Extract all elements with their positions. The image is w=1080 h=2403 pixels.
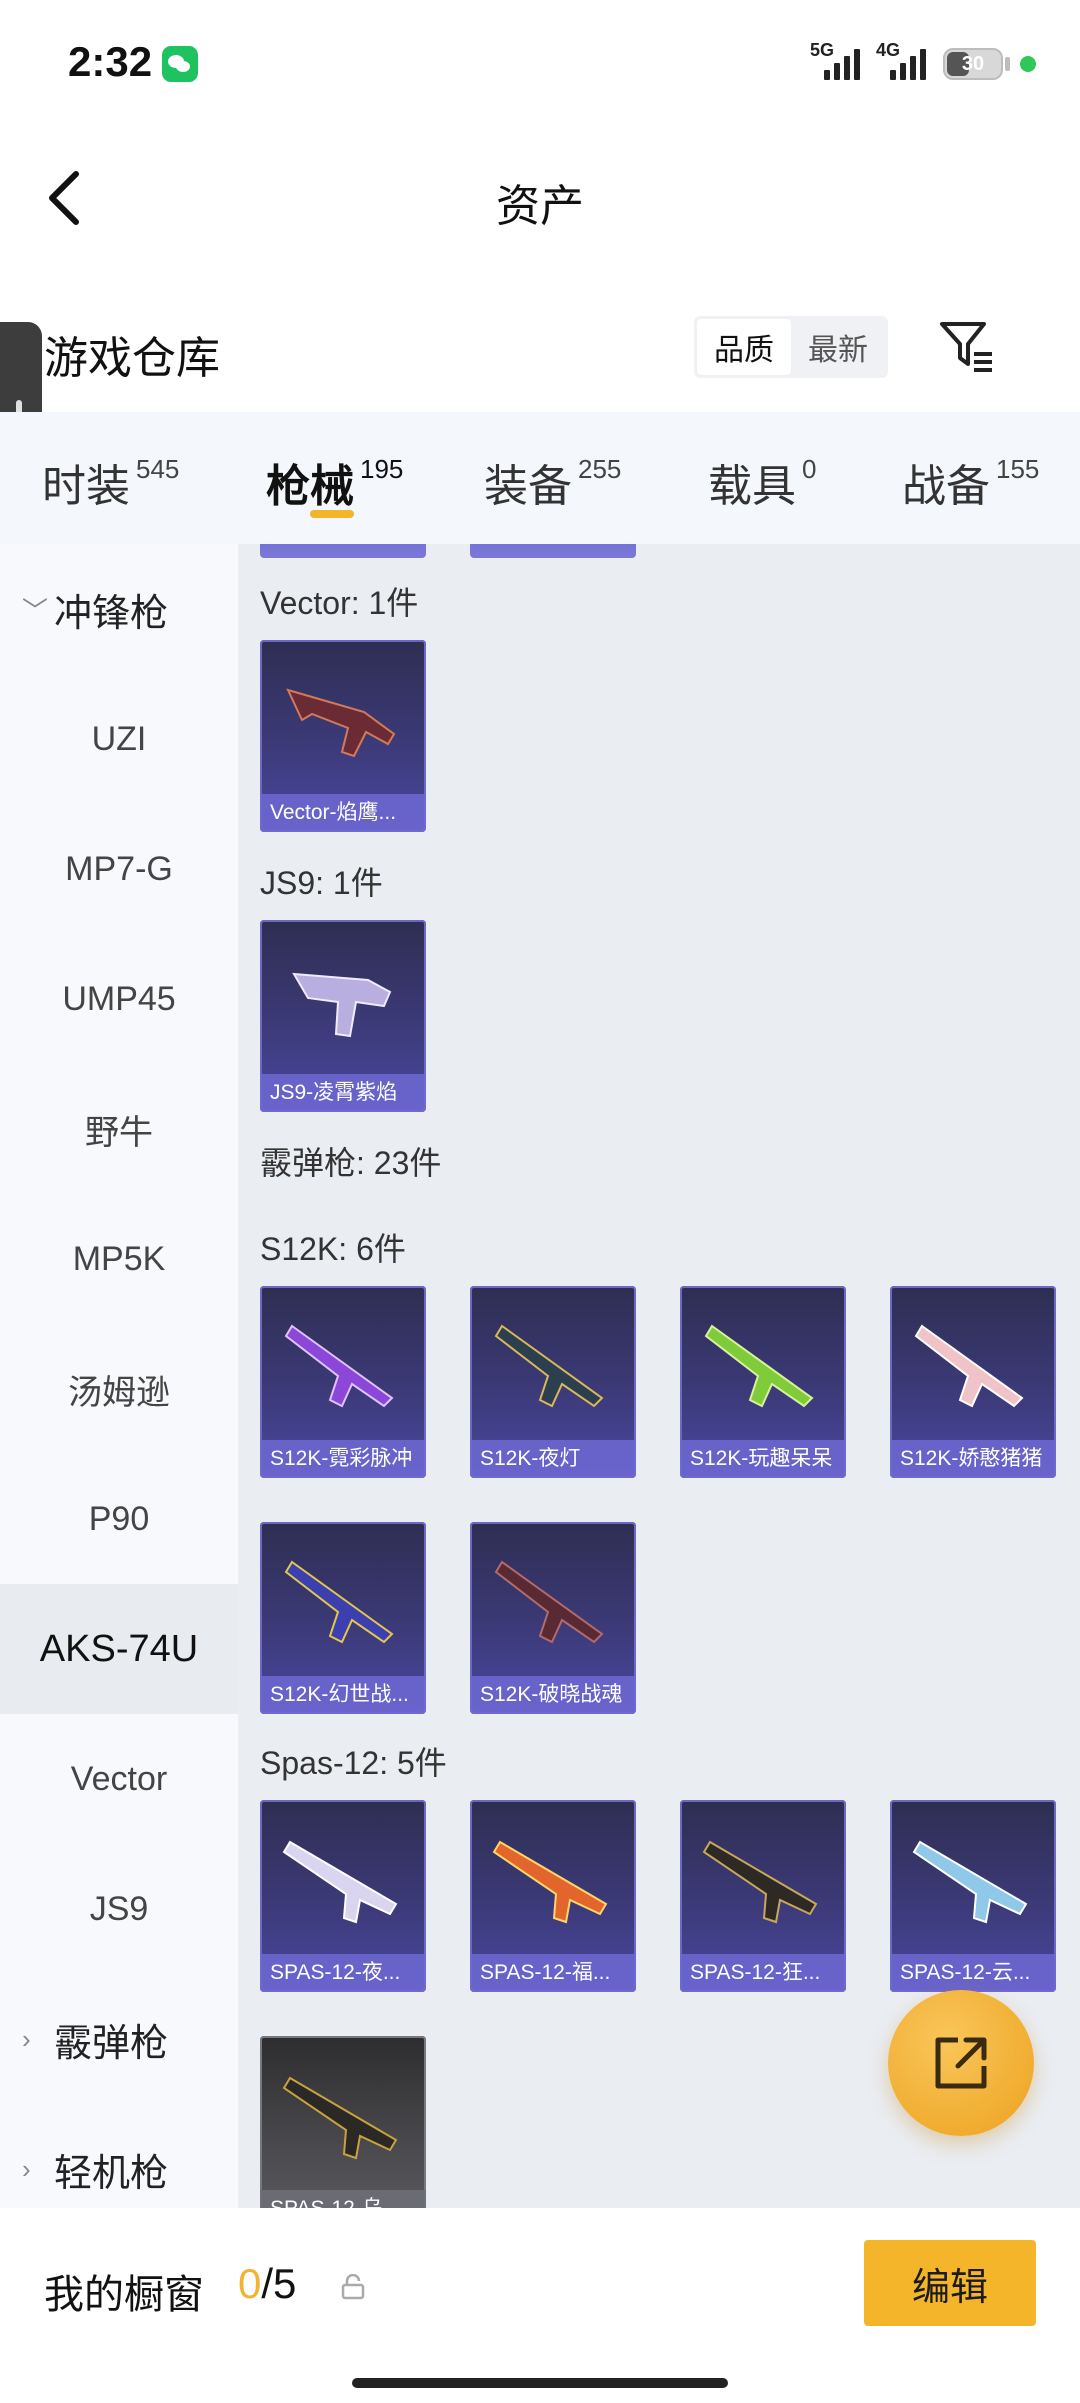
group-shotgun[interactable]: › 霰弹枪 bbox=[0, 1974, 238, 2104]
tab-firearms[interactable]: 枪械 195 bbox=[266, 450, 403, 514]
weapon-image bbox=[492, 1840, 608, 1924]
weapon-image bbox=[702, 1840, 818, 1924]
item-card[interactable]: SPAS-12-狂... bbox=[680, 1800, 846, 1992]
item-card[interactable]: S12K-霓彩脉冲 bbox=[260, 1286, 426, 1478]
item-card[interactable]: S12K-破晓战魂 bbox=[470, 1522, 636, 1714]
item-card[interactable]: S12K-幻世战... bbox=[260, 1522, 426, 1714]
weapon-image bbox=[292, 972, 392, 1038]
section-title: Spas-12: 5件 bbox=[260, 1745, 447, 1781]
battery-level: 30 bbox=[961, 53, 985, 75]
edit-button[interactable]: 编辑 bbox=[864, 2240, 1036, 2326]
weapon-image bbox=[286, 688, 396, 758]
category-item[interactable]: UMP45 bbox=[0, 934, 238, 1064]
category-item-selected[interactable]: AKS-74U bbox=[0, 1584, 238, 1714]
showcase-label: 我的橱窗 bbox=[44, 2273, 204, 2317]
weapon-image bbox=[282, 2076, 398, 2160]
privacy-indicator-icon bbox=[1020, 56, 1036, 72]
item-card[interactable]: S12K-玩趣呆呆 bbox=[680, 1286, 846, 1478]
item-card-partial[interactable] bbox=[260, 544, 426, 558]
category-item[interactable]: Vector bbox=[0, 1714, 238, 1844]
section-title: JS9: 1件 bbox=[260, 865, 383, 901]
category-item[interactable]: P90 bbox=[0, 1454, 238, 1584]
category-tabs: 时装 545 枪械 195 装备 255 载具 0 战备 155 bbox=[0, 412, 1080, 544]
item-card[interactable]: SPAS-12-云... bbox=[890, 1800, 1056, 1992]
showcase-bar: 我的橱窗 0/5 编辑 bbox=[0, 2208, 1080, 2403]
weapon-image bbox=[494, 1324, 604, 1408]
weapon-image bbox=[914, 1324, 1024, 1408]
weapon-image bbox=[282, 1840, 398, 1924]
category-item[interactable]: MP7-G bbox=[0, 804, 238, 934]
status-bar: 2:32 5G 4G 30 bbox=[0, 0, 1080, 130]
item-card[interactable]: Vector-焰鹰... bbox=[260, 640, 426, 832]
wechat-icon bbox=[162, 46, 198, 82]
filter-icon[interactable] bbox=[938, 318, 994, 374]
showcase-count: 0/5 bbox=[238, 2260, 297, 2307]
section-title: S12K: 6件 bbox=[260, 1231, 406, 1267]
active-tab-indicator bbox=[310, 510, 354, 518]
section-title: Vector: 1件 bbox=[260, 585, 419, 621]
item-card[interactable]: SPAS-12-福... bbox=[470, 1800, 636, 1992]
shotgun-header: 霰弹枪: 23件 bbox=[260, 1145, 442, 1181]
sort-quality-button[interactable]: 品质 bbox=[697, 319, 791, 375]
status-time: 2:32 bbox=[68, 38, 153, 85]
chevron-down-icon: ﹀ bbox=[22, 595, 49, 626]
chevron-right-icon: › bbox=[22, 2153, 31, 2184]
category-item[interactable]: UZI bbox=[0, 674, 238, 804]
item-card[interactable]: SPAS-12-乌... bbox=[260, 2036, 426, 2208]
group-smg[interactable]: ﹀ 冲锋枪 bbox=[0, 544, 238, 674]
tab-equipment[interactable]: 装备 255 bbox=[484, 450, 621, 514]
weapon-grid: Vector: 1件 Vector-焰鹰... JS9: 1件 JS9-凌霄紫焰… bbox=[238, 544, 1080, 2208]
item-card[interactable]: S12K-夜灯 bbox=[470, 1286, 636, 1478]
weapon-image bbox=[284, 1324, 394, 1408]
category-item[interactable]: MP5K bbox=[0, 1194, 238, 1324]
chevron-right-icon: › bbox=[22, 2023, 31, 2054]
signal-4g-icon bbox=[890, 48, 926, 80]
category-item[interactable]: 野牛 bbox=[0, 1064, 238, 1194]
tab-supplies[interactable]: 战备 155 bbox=[902, 450, 1039, 514]
weapon-category-list: ﹀ 冲锋枪 UZI MP7-G UMP45 野牛 MP5K 汤姆逊 P90 AKS… bbox=[0, 544, 238, 2208]
signal-5g-icon bbox=[824, 48, 860, 80]
external-link-icon bbox=[935, 2037, 987, 2089]
page-title: 资产 bbox=[496, 182, 584, 231]
item-card[interactable]: SPAS-12-夜... bbox=[260, 1800, 426, 1992]
item-card-partial[interactable] bbox=[470, 544, 636, 558]
group-lmg[interactable]: › 轻机枪 bbox=[0, 2104, 238, 2208]
tab-vehicles[interactable]: 载具 0 bbox=[708, 450, 816, 514]
weapon-image bbox=[912, 1840, 1028, 1924]
warehouse-title: 游戏仓库 bbox=[44, 334, 220, 383]
category-item[interactable]: JS9 bbox=[0, 1844, 238, 1974]
sort-newest-button[interactable]: 最新 bbox=[791, 319, 885, 375]
category-item[interactable]: 汤姆逊 bbox=[0, 1324, 238, 1454]
weapon-image bbox=[284, 1560, 394, 1644]
item-card[interactable]: JS9-凌霄紫焰 bbox=[260, 920, 426, 1112]
weapon-image bbox=[704, 1324, 814, 1408]
weapon-image bbox=[494, 1560, 604, 1644]
sort-toggle: 品质 最新 bbox=[694, 316, 888, 378]
battery-icon: 30 bbox=[943, 48, 1003, 80]
share-button[interactable] bbox=[888, 1990, 1034, 2136]
tab-outfits[interactable]: 时装 545 bbox=[42, 450, 179, 514]
item-card[interactable]: S12K-娇憨猪猪 bbox=[890, 1286, 1056, 1478]
home-indicator[interactable] bbox=[352, 2378, 728, 2388]
lock-icon bbox=[341, 2274, 365, 2300]
